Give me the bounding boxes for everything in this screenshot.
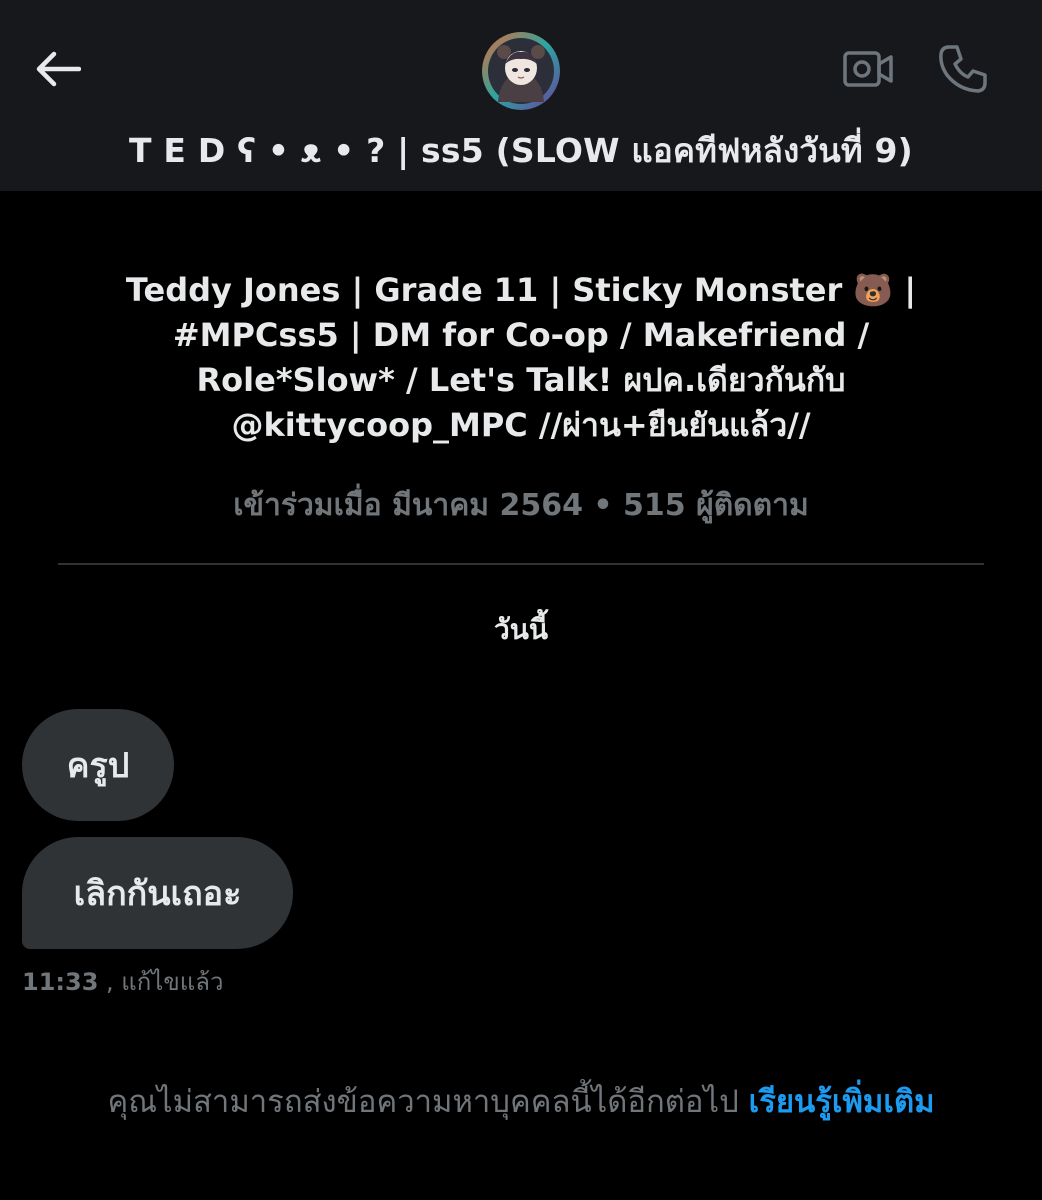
- conversation-header: T E D ʕ • ᴥ • ? | ss5 (SLOW แอคทีฟหลังวั…: [0, 0, 1042, 191]
- back-button[interactable]: [30, 45, 86, 93]
- avatar[interactable]: [482, 32, 560, 110]
- voice-call-button[interactable]: [932, 40, 994, 98]
- edited-label: , แก้ไขแล้ว: [98, 968, 224, 996]
- phone-icon: [939, 45, 987, 93]
- message-bubble[interactable]: เลิกกันเถอะ: [22, 837, 293, 949]
- arrow-left-icon: [36, 51, 81, 87]
- message-bubble[interactable]: ครูป: [22, 709, 174, 821]
- date-separator: วันนี้: [493, 613, 548, 646]
- bio-line: @kittycoop_MPC //ผ่าน+ยืนยันแล้ว//: [231, 406, 811, 444]
- conversation-title[interactable]: T E D ʕ • ᴥ • ? | ss5 (SLOW แอคทีฟหลังวั…: [0, 124, 1042, 177]
- bio-line: Teddy Jones | Grade 11 | Sticky Monster …: [125, 271, 917, 309]
- bio-line: Role*Slow* / Let's Talk! ผปค.เดียวกันกับ: [196, 361, 846, 399]
- message-text: เลิกกันเถอะ: [73, 874, 242, 914]
- video-camera-icon: [843, 51, 893, 87]
- dm-conversation-page: T E D ʕ • ᴥ • ? | ss5 (SLOW แอคทีฟหลังวั…: [0, 0, 1042, 1200]
- divider: [58, 563, 984, 565]
- profile-join-followers: เข้าร่วมเมื่อ มีนาคม 2564 • 515 ผู้ติดตา…: [233, 488, 809, 523]
- learn-more-link[interactable]: เรียนรู้เพิ่มเติม: [749, 1084, 935, 1120]
- message-text: ครูป: [66, 746, 130, 786]
- video-call-button[interactable]: [838, 44, 898, 94]
- profile-bio: Teddy Jones | Grade 11 | Sticky Monster …: [90, 268, 952, 448]
- cannot-message-notice: คุณไม่สามารถส่งข้อความหาบุคคลนี้ได้อีกต่…: [0, 1076, 1042, 1126]
- message-time: 11:33: [22, 968, 99, 996]
- bio-line: #MPCss5 | DM for Co-op / Makefriend /: [172, 316, 870, 354]
- message-timestamp: 11:33 , แก้ไขแล้ว: [22, 962, 223, 1001]
- avatar-image: [482, 32, 560, 110]
- notice-text: คุณไม่สามารถส่งข้อความหาบุคคลนี้ได้อีกต่…: [107, 1084, 749, 1120]
